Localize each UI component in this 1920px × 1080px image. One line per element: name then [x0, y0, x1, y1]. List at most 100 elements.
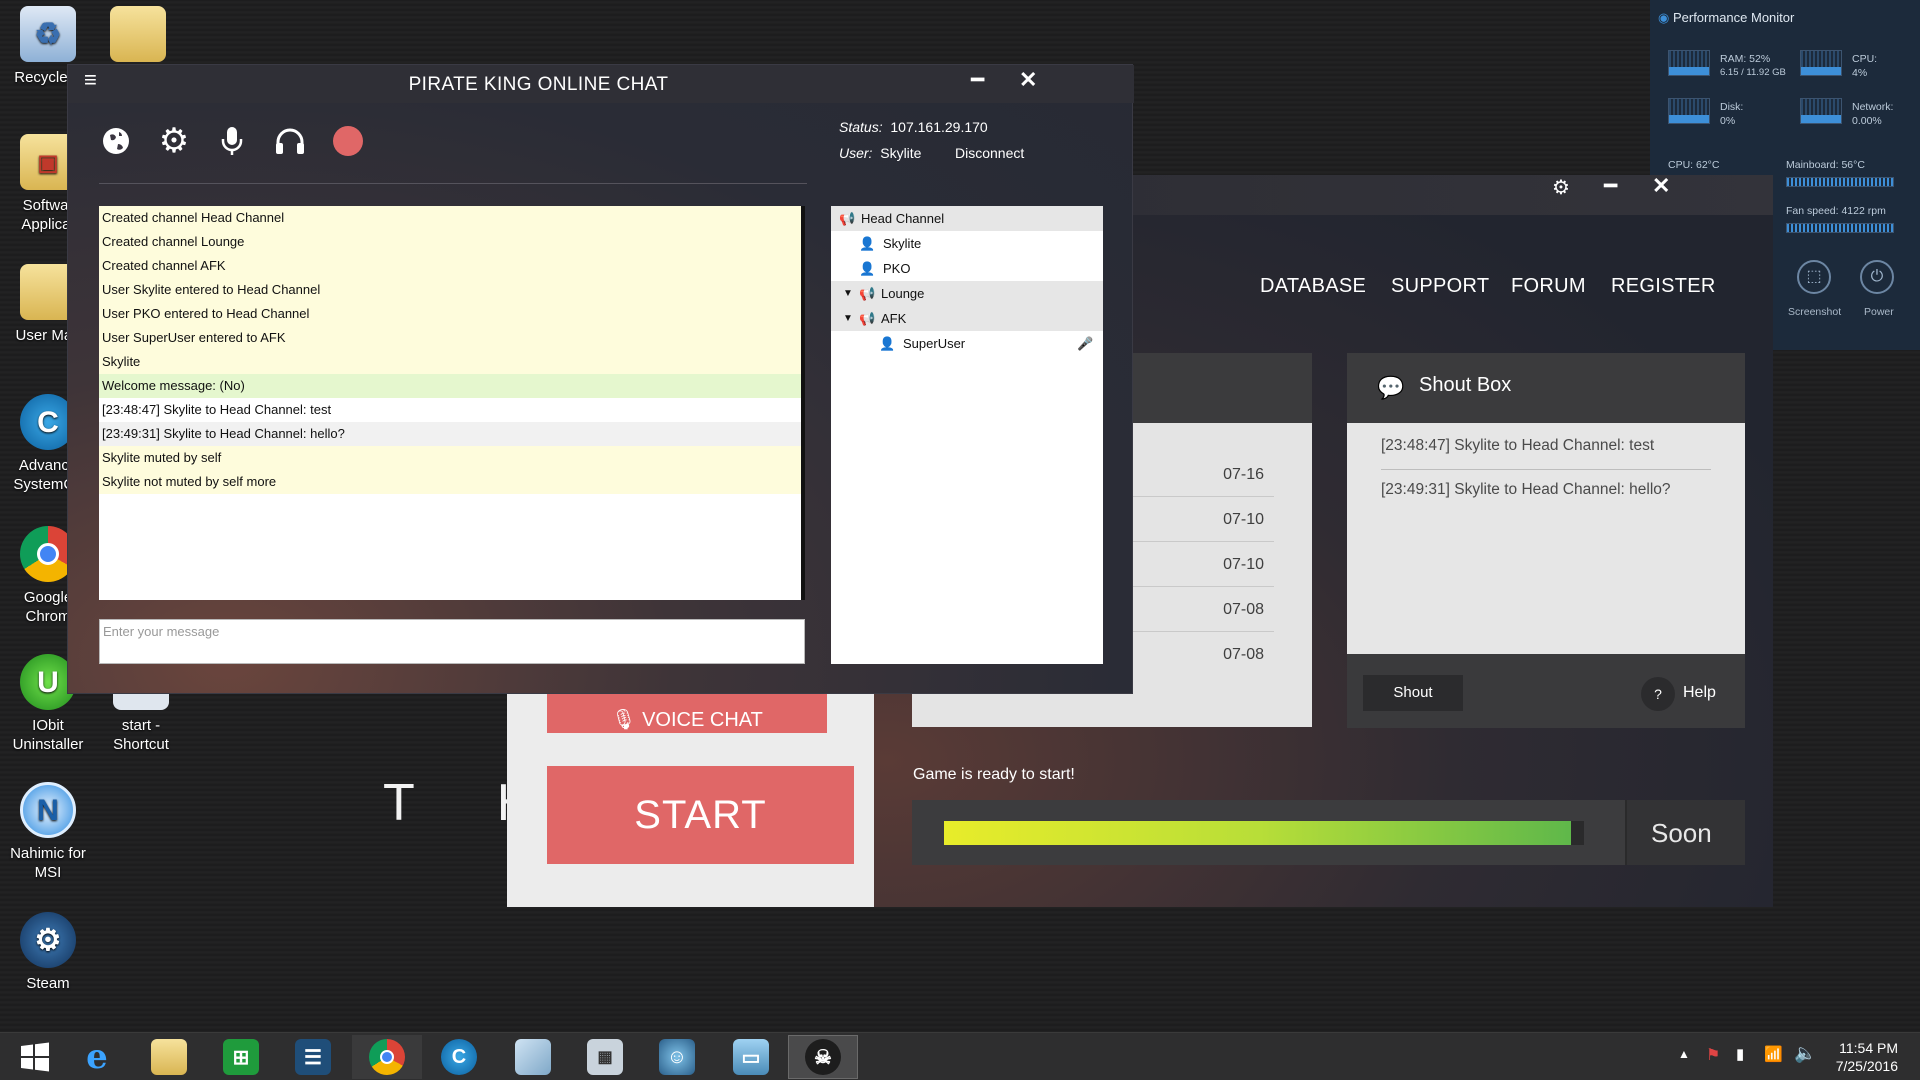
- launcher-settings-gear-icon[interactable]: ⚙: [1552, 175, 1570, 200]
- nav-register[interactable]: REGISTER: [1611, 275, 1716, 298]
- channel-label: Lounge: [881, 286, 925, 301]
- windows-start-icon[interactable]: [0, 1035, 70, 1079]
- log-line: Created channel Lounge: [99, 230, 801, 254]
- record-icon[interactable]: [330, 123, 366, 159]
- desktop-icon-label: IObit Uninstaller: [12, 717, 84, 753]
- chrome-icon[interactable]: [352, 1035, 422, 1079]
- nav-support[interactable]: SUPPORT: [1391, 275, 1489, 298]
- gear-icon[interactable]: ⚙: [156, 122, 192, 160]
- shout-box: 💬 Shout Box [23:48:47] Skylite to Head C…: [1347, 353, 1745, 728]
- megaphone-icon: 📢: [859, 286, 876, 301]
- desktop-icon-steam[interactable]: ⚙ Steam: [0, 912, 96, 993]
- microphone-icon[interactable]: [214, 123, 250, 159]
- power-icon[interactable]: ⏻: [1860, 260, 1894, 294]
- screenshot-icon[interactable]: ⬚: [1797, 260, 1831, 294]
- log-line: User Skylite entered to Head Channel: [99, 278, 801, 302]
- ram-graph: [1668, 50, 1710, 76]
- news-date: 07-10: [1223, 511, 1264, 528]
- desktop-icon-nahimic[interactable]: N Nahimic for MSI: [0, 782, 96, 882]
- steam-icon: ⚙: [20, 912, 76, 968]
- log-line: Welcome message: (No): [99, 374, 801, 398]
- disk-label: Disk:: [1720, 101, 1744, 113]
- launcher-close-icon[interactable]: ✕: [1652, 173, 1670, 199]
- log-line: User SuperUser entered to AFK: [99, 326, 801, 350]
- network-label: Network:: [1852, 101, 1894, 113]
- paper-icon[interactable]: [498, 1035, 568, 1079]
- game-icon[interactable]: ☺: [642, 1035, 712, 1079]
- mainboard-temp: Mainboard: 56°C: [1786, 159, 1865, 171]
- user-skylite[interactable]: 👤 Skylite: [831, 231, 1103, 256]
- channel-afk[interactable]: ▼ 📢 AFK: [831, 306, 1103, 331]
- cpu-label: CPU:: [1852, 53, 1878, 65]
- microphone-icon: 🎙: [611, 709, 637, 731]
- user-pko[interactable]: 👤 PKO: [831, 256, 1103, 281]
- user-superuser[interactable]: 👤 SuperUser 🎤: [831, 331, 1103, 356]
- taskbar: e ⊞ ☰ C ▦ ☺ ▭ ☠ ▲ ⚑ ▮ 📶 🔈 11:54 PM 7/25/…: [0, 1032, 1920, 1080]
- pirate-king-icon[interactable]: ☠: [788, 1035, 858, 1079]
- nav-database[interactable]: DATABASE: [1260, 275, 1366, 298]
- desktop-icon-label: Steam: [26, 975, 70, 992]
- progress-track: [944, 821, 1584, 845]
- expand-arrow-icon[interactable]: ▼: [843, 281, 853, 306]
- chat-minimize-icon[interactable]: ━: [971, 67, 984, 93]
- message-input[interactable]: Enter your message: [99, 619, 805, 664]
- expand-arrow-icon[interactable]: ▼: [843, 306, 853, 331]
- chat-close-icon[interactable]: ✕: [1019, 67, 1037, 93]
- network-signal-icon[interactable]: 📶: [1764, 1045, 1783, 1063]
- volume-icon[interactable]: 🔈: [1794, 1043, 1816, 1064]
- channel-head[interactable]: 📢 Head Channel: [831, 206, 1103, 231]
- recycle-bin-icon: ♻: [20, 6, 76, 62]
- user-value: Skylite: [880, 145, 922, 161]
- headphones-icon[interactable]: [272, 123, 308, 159]
- notes-icon[interactable]: ☰: [278, 1035, 348, 1079]
- chat-bubbles-icon: 💬: [1377, 375, 1405, 400]
- calculator-icon[interactable]: ▦: [570, 1035, 640, 1079]
- file-explorer-icon[interactable]: [134, 1035, 204, 1079]
- clock-time: 11:54 PM: [1839, 1040, 1898, 1056]
- progress-fill: [944, 821, 1572, 845]
- nav-forum[interactable]: FORUM: [1511, 275, 1586, 298]
- log-line: [23:49:31] Skylite to Head Channel: hell…: [99, 422, 801, 446]
- shout-header: 💬 Shout Box: [1347, 353, 1745, 423]
- log-line: Created channel Head Channel: [99, 206, 801, 230]
- chat-log[interactable]: Created channel Head Channel Created cha…: [99, 206, 805, 600]
- help-label[interactable]: Help: [1683, 684, 1716, 702]
- cpu-graph: [1800, 50, 1842, 76]
- megaphone-icon: 📢: [859, 311, 876, 326]
- advanced-systemcare-icon[interactable]: C: [424, 1035, 494, 1079]
- power-label: Power: [1864, 306, 1894, 318]
- news-date: 07-08: [1223, 601, 1264, 618]
- system-icon[interactable]: ▭: [716, 1035, 786, 1079]
- battery-icon[interactable]: ▮: [1736, 1045, 1744, 1063]
- tray-overflow-icon[interactable]: ▲: [1678, 1047, 1690, 1061]
- toolbar-divider: [99, 183, 807, 184]
- user-icon: 👤: [879, 336, 896, 351]
- store-icon[interactable]: ⊞: [206, 1035, 276, 1079]
- status-value: 107.161.29.170: [890, 119, 988, 135]
- chat-window: ≡ PIRATE KING ONLINE CHAT ━ ✕ ⚙ Status: …: [67, 64, 1134, 694]
- desktop-icon-label: start - Shortcut: [113, 717, 169, 753]
- start-button[interactable]: START: [547, 766, 854, 864]
- user-label: Skylite: [883, 236, 922, 251]
- network-value: 0.00%: [1852, 115, 1882, 127]
- shout-message: [23:49:31] Skylite to Head Channel: hell…: [1381, 481, 1671, 498]
- network-graph: [1800, 98, 1842, 124]
- progress-area: Soon: [912, 800, 1745, 865]
- soon-button[interactable]: Soon: [1625, 800, 1745, 865]
- fan-speed: Fan speed: 4122 rpm: [1786, 205, 1886, 217]
- help-question-icon[interactable]: ?: [1641, 677, 1675, 711]
- globe-icon[interactable]: [98, 123, 134, 159]
- muted-microphone-icon: 🎤: [1077, 336, 1094, 351]
- internet-explorer-icon[interactable]: e: [62, 1035, 132, 1079]
- desktop-icon-folder-top[interactable]: [90, 6, 186, 68]
- nahimic-icon: N: [20, 782, 76, 838]
- launcher-minimize-icon[interactable]: ━: [1604, 173, 1617, 199]
- action-center-flag-icon[interactable]: ⚑: [1706, 1045, 1720, 1065]
- mainboard-bar: [1786, 177, 1894, 187]
- shout-button[interactable]: Shout: [1363, 675, 1463, 711]
- channel-lounge[interactable]: ▼ 📢 Lounge: [831, 281, 1103, 306]
- megaphone-icon: 📢: [839, 211, 856, 226]
- shout-messages: [23:48:47] Skylite to Head Channel: test…: [1347, 423, 1745, 654]
- clock[interactable]: 11:54 PM 7/25/2016: [1836, 1039, 1898, 1075]
- disconnect-link[interactable]: Disconnect: [955, 145, 1024, 161]
